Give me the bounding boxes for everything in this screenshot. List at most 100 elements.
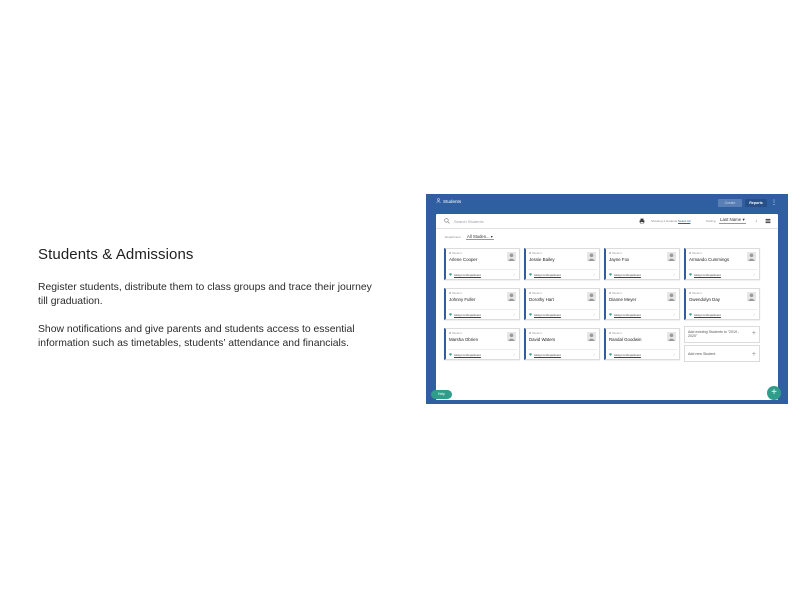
check-icon[interactable]: ✓ bbox=[513, 272, 516, 277]
assign-department-link[interactable]: Assign to Department bbox=[454, 353, 481, 357]
list-view-icon[interactable] bbox=[765, 218, 771, 224]
role-dot-icon bbox=[449, 291, 451, 294]
students-panel: Search Students Showing 4 students Selec… bbox=[436, 214, 778, 400]
check-icon[interactable]: ✓ bbox=[673, 272, 676, 277]
assign-department-link[interactable]: Assign to Department bbox=[614, 273, 641, 277]
student-card[interactable]: Student Randal Goodwin Assign to Departmen… bbox=[604, 328, 680, 360]
feature-description: Students & Admissions Register students,… bbox=[38, 246, 383, 365]
card-divider bbox=[608, 269, 677, 270]
student-role: Student bbox=[452, 251, 462, 255]
check-icon[interactable]: ✓ bbox=[753, 272, 756, 277]
check-icon[interactable]: ✓ bbox=[593, 312, 596, 317]
sort-direction-icon[interactable]: ↓ bbox=[755, 218, 758, 224]
plus-icon: + bbox=[751, 330, 756, 337]
student-role: Student bbox=[452, 331, 462, 335]
department-heart-icon bbox=[449, 273, 452, 276]
showing-text: Showing 4 students bbox=[651, 219, 678, 223]
student-card[interactable]: Student David Waters Assign to Department ✓ bbox=[524, 328, 600, 360]
role-dot-icon bbox=[529, 331, 531, 334]
help-button[interactable]: Help bbox=[431, 390, 452, 399]
feature-heading: Students & Admissions bbox=[38, 246, 194, 263]
card-divider bbox=[448, 349, 517, 350]
role-dot-icon bbox=[689, 291, 691, 294]
student-card[interactable]: Student Armando Cummings Assign to Departm… bbox=[684, 248, 760, 280]
search-input[interactable]: Search Students bbox=[454, 219, 484, 224]
role-dot-icon bbox=[529, 251, 531, 254]
student-name[interactable]: Jessie Bailey bbox=[529, 257, 555, 262]
more-menu-icon[interactable]: ⋮ bbox=[771, 199, 777, 207]
assign-department-link[interactable]: Assign to Department bbox=[694, 273, 721, 277]
student-card[interactable]: Student Arlene Cooper Assign to Department… bbox=[444, 248, 520, 280]
student-name[interactable]: Armando Cummings bbox=[689, 257, 729, 262]
search-icon bbox=[444, 218, 450, 224]
student-name[interactable]: Gwendolyn Day bbox=[689, 297, 720, 302]
student-role: Student bbox=[532, 291, 542, 295]
role-dot-icon bbox=[609, 251, 611, 254]
student-name[interactable]: Dorothy Hart bbox=[529, 297, 554, 302]
avatar-icon bbox=[747, 292, 756, 301]
check-icon[interactable]: ✓ bbox=[513, 312, 516, 317]
check-icon[interactable]: ✓ bbox=[673, 352, 676, 357]
sort-select[interactable]: Last Name ▾ bbox=[719, 217, 746, 224]
department-heart-icon bbox=[529, 313, 532, 316]
assign-department-link[interactable]: Assign to Department bbox=[534, 313, 561, 317]
showing-count: Showing 4 students Select All bbox=[651, 219, 690, 223]
reports-button[interactable]: Reports bbox=[745, 199, 767, 207]
student-role: Student bbox=[612, 251, 622, 255]
card-divider bbox=[448, 269, 517, 270]
assign-department-link[interactable]: Assign to Department bbox=[454, 273, 481, 277]
avatar-icon bbox=[507, 292, 516, 301]
add-fab-button[interactable]: + bbox=[767, 386, 781, 400]
check-icon[interactable]: ✓ bbox=[673, 312, 676, 317]
student-card[interactable]: Student Gwendolyn Day Assign to Department… bbox=[684, 288, 760, 320]
student-card[interactable]: Student Dianne Meyer Assign to Department ✓ bbox=[604, 288, 680, 320]
check-icon[interactable]: ✓ bbox=[593, 272, 596, 277]
print-icon[interactable] bbox=[639, 218, 645, 224]
add-new-label: Add new Student bbox=[688, 351, 716, 356]
department-heart-icon bbox=[449, 353, 452, 356]
avatar-icon bbox=[507, 252, 516, 261]
student-name[interactable]: Johnny Fuller bbox=[449, 297, 475, 302]
select-all-link[interactable]: Select All bbox=[678, 219, 690, 223]
department-heart-icon bbox=[529, 273, 532, 276]
add-new-student-button[interactable]: Add new Student + bbox=[684, 345, 760, 362]
role-dot-icon bbox=[529, 291, 531, 294]
student-role: Student bbox=[532, 251, 542, 255]
plus-icon: + bbox=[751, 351, 756, 358]
card-divider bbox=[448, 309, 517, 310]
role-dot-icon bbox=[609, 331, 611, 334]
feature-paragraph-1: Register students, distribute them to cl… bbox=[38, 282, 372, 307]
assign-department-link[interactable]: Assign to Department bbox=[454, 313, 481, 317]
student-card[interactable]: Student Marsha Obrien Assign to Department… bbox=[444, 328, 520, 360]
student-role: Student bbox=[612, 291, 622, 295]
department-filter-select[interactable]: All Studen... ▾ bbox=[466, 234, 494, 240]
student-card[interactable]: Student Jessie Bailey Assign to Department… bbox=[524, 248, 600, 280]
student-name[interactable]: Arlene Cooper bbox=[449, 257, 477, 262]
student-name[interactable]: Jayne Fox bbox=[609, 257, 629, 262]
student-role: Student bbox=[692, 251, 702, 255]
assign-department-link[interactable]: Assign to Department bbox=[534, 273, 561, 277]
student-name[interactable]: David Waters bbox=[529, 337, 555, 342]
student-card[interactable]: Student Dorothy Hart Assign to Department ✓ bbox=[524, 288, 600, 320]
create-button[interactable]: Create bbox=[718, 199, 742, 207]
add-existing-students-button[interactable]: Add existing Students to "2019 - 2020" + bbox=[684, 326, 760, 343]
student-name[interactable]: Randal Goodwin bbox=[609, 337, 641, 342]
assign-department-link[interactable]: Assign to Department bbox=[534, 353, 561, 357]
add-existing-label: Add existing Students to "2019 - 2020" bbox=[688, 329, 740, 339]
check-icon[interactable]: ✓ bbox=[513, 352, 516, 357]
student-name[interactable]: Marsha Obrien bbox=[449, 337, 478, 342]
card-divider bbox=[688, 309, 757, 310]
card-divider bbox=[528, 269, 597, 270]
card-divider bbox=[688, 269, 757, 270]
assign-department-link[interactable]: Assign to Department bbox=[614, 353, 641, 357]
assign-department-link[interactable]: Assign to Department bbox=[694, 313, 721, 317]
check-icon[interactable]: ✓ bbox=[753, 312, 756, 317]
student-role: Student bbox=[612, 331, 622, 335]
student-card[interactable]: Student Johnny Fuller Assign to Department… bbox=[444, 288, 520, 320]
role-dot-icon bbox=[689, 251, 691, 254]
check-icon[interactable]: ✓ bbox=[593, 352, 596, 357]
student-name[interactable]: Dianne Meyer bbox=[609, 297, 636, 302]
assign-department-link[interactable]: Assign to Department bbox=[614, 313, 641, 317]
student-card[interactable]: Student Jayne Fox Assign to Department ✓ bbox=[604, 248, 680, 280]
card-divider bbox=[608, 309, 677, 310]
